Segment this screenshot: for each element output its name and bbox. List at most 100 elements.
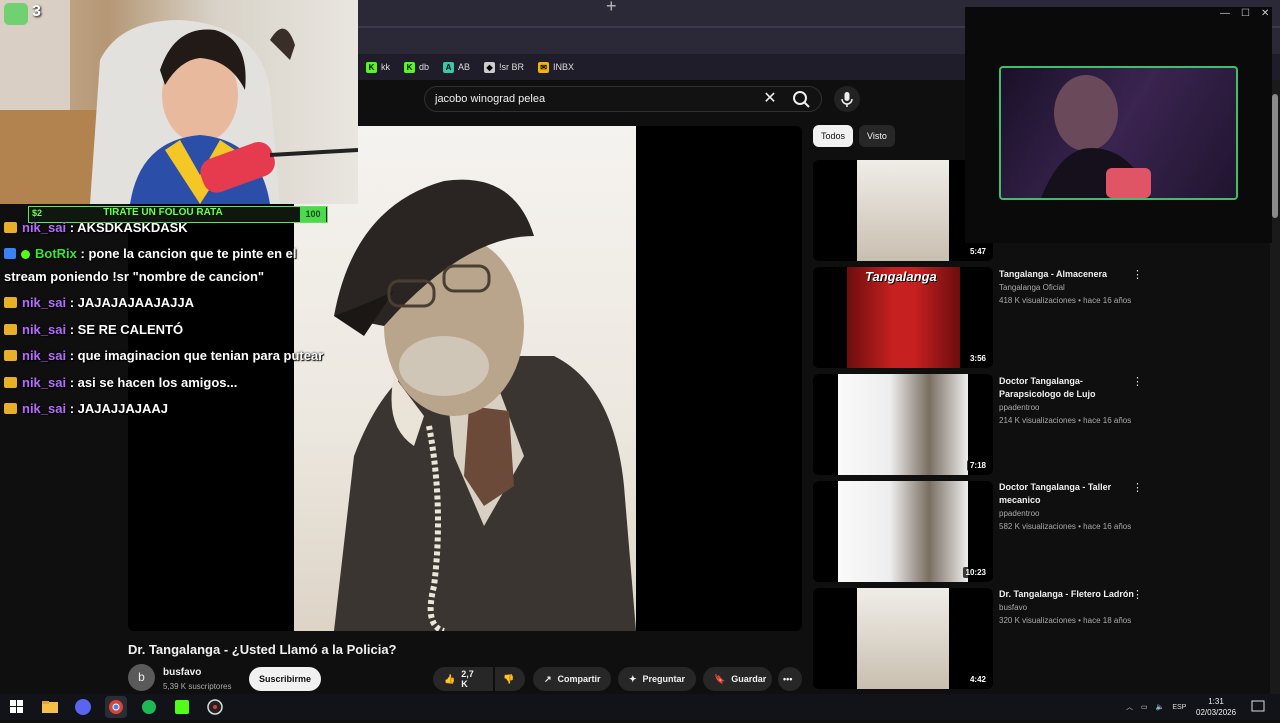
volume-icon[interactable]: 🔈: [1156, 703, 1165, 711]
share-button[interactable]: ↗ Compartir: [533, 667, 611, 691]
chat-text: : pone la cancion que te pinte en el: [80, 246, 297, 261]
language-indicator[interactable]: ESP: [1172, 704, 1186, 711]
chat-message: nik_sai : JAJAJJAJAAJ: [4, 401, 168, 416]
recommendation-channel: ppadentroo: [999, 509, 1040, 518]
notification-icon[interactable]: [1250, 699, 1266, 715]
duration-badge: 5:47: [966, 246, 989, 257]
recommendation-info[interactable]: Dr. Tangalanga - Fletero Ladrón busfavo …: [999, 588, 1134, 627]
recommendation-meta: 582 K visualizaciones • hace 16 años: [999, 522, 1132, 531]
chat-text: : JAJAJJAJAAJ: [69, 401, 168, 416]
inbox-icon: ✉: [538, 61, 550, 73]
clock-date: 02/03/2026: [1196, 708, 1237, 717]
recommendation-meta: 320 K visualizaciones • hace 18 años: [999, 616, 1132, 625]
chat-message-continued: stream poniendo !sr "nombre de cancion": [4, 269, 265, 284]
chip-todos[interactable]: Todos: [813, 125, 854, 147]
chat-text: : JAJAJAJAAJAJJA: [69, 295, 194, 310]
channel-name[interactable]: busfavo: [163, 667, 201, 678]
chat-username: nik_sai: [22, 220, 67, 235]
close-icon[interactable]: ✕: [762, 90, 778, 108]
thumbnail-image: [857, 588, 949, 689]
streamer-webcam: [0, 0, 358, 204]
subscribe-button[interactable]: Suscribirme: [249, 667, 321, 691]
maximize-icon[interactable]: ☐: [1241, 8, 1250, 19]
recommendation-channel: Tangalanga Oficial: [999, 283, 1065, 292]
more-actions-button[interactable]: •••: [778, 667, 802, 691]
recommendation-title: Doctor Tangalanga- Parapsicologo de Lujo: [999, 376, 1096, 399]
search-icon[interactable]: [790, 88, 814, 110]
file-explorer-icon[interactable]: [39, 696, 61, 718]
thumbs-up-icon: 👍: [444, 673, 456, 684]
more-vert-icon[interactable]: ⋮: [1132, 375, 1143, 389]
save-button[interactable]: 🔖 Guardar: [703, 667, 772, 691]
sparkle-icon: ✦: [629, 673, 637, 684]
scrollbar-thumb[interactable]: [1272, 94, 1278, 218]
minimize-icon[interactable]: —: [1220, 8, 1230, 19]
duration-badge: 3:56: [966, 353, 989, 364]
chip-visto[interactable]: Visto: [859, 125, 895, 147]
clock[interactable]: 1:31 02/03/2026: [1196, 696, 1236, 718]
microphone-icon[interactable]: [834, 86, 860, 112]
obs-icon[interactable]: [204, 696, 226, 718]
more-vert-icon[interactable]: ⋮: [1132, 588, 1143, 602]
viewer-icon: [4, 3, 28, 25]
thumbnail-image: [838, 481, 968, 582]
kick-icon: K: [366, 61, 377, 73]
window-controls: — ☐ ✕: [1220, 8, 1269, 19]
recommendation-thumbnail[interactable]: Tangalanga 3:56: [813, 267, 993, 368]
crown-badge-icon: [4, 222, 17, 233]
new-tab-icon[interactable]: +: [606, 0, 617, 17]
video-title: Dr. Tangalanga - ¿Usted Llamó a la Polic…: [128, 642, 397, 657]
bookmark-icon: 🔖: [714, 673, 726, 684]
bookmark-kk[interactable]: Kkk: [366, 61, 390, 73]
chat-message: nik_sai : que imaginacion que tenian par…: [4, 348, 323, 363]
close-icon[interactable]: ✕: [1261, 8, 1269, 19]
discord-icon[interactable]: [72, 696, 94, 718]
recommendation-info[interactable]: Doctor Tangalanga - Taller mecanico ppad…: [999, 481, 1134, 533]
chat-username: nik_sai: [22, 348, 67, 363]
recommendation-info[interactable]: Doctor Tangalanga- Parapsicologo de Lujo…: [999, 375, 1134, 427]
recommendation-info[interactable]: Tangalanga - Almacenera Tangalanga Ofici…: [999, 268, 1134, 307]
chevron-up-icon[interactable]: ︿: [1126, 702, 1133, 712]
share-icon: ↗: [544, 673, 552, 684]
chrome-icon[interactable]: [105, 696, 127, 718]
subscriber-count: 5,39 K suscriptores: [163, 682, 232, 691]
duration-badge: 7:18: [966, 460, 989, 471]
like-button[interactable]: 👍 2,7 K: [433, 667, 493, 691]
thumbnail-image: Tangalanga: [847, 267, 960, 368]
chat-username: nik_sai: [22, 401, 67, 416]
windows-start-icon[interactable]: [6, 696, 28, 718]
chat-text: : asi se hacen los amigos...: [69, 375, 238, 390]
more-icon: •••: [783, 674, 793, 684]
chat-username: nik_sai: [22, 295, 67, 310]
more-vert-icon[interactable]: ⋮: [1132, 481, 1143, 495]
chat-message: nik_sai : AKSDKASKDASK: [4, 220, 188, 235]
crown-badge-icon: [4, 297, 17, 308]
ask-button[interactable]: ✦ Preguntar: [618, 667, 696, 691]
recommendation-title: Tangalanga - Almacenera: [999, 269, 1108, 279]
spotify-icon[interactable]: [138, 696, 160, 718]
recommendation-thumbnail[interactable]: 7:18: [813, 374, 993, 475]
recommendation-title: Dr. Tangalanga - Fletero Ladrón: [999, 589, 1134, 599]
recommendation-thumbnail[interactable]: 10:23: [813, 481, 993, 582]
avatar[interactable]: b: [128, 664, 155, 691]
system-tray: ︿ ▭ 🔈 ESP: [1126, 694, 1186, 720]
chat-username: BotRix: [35, 246, 77, 261]
chat-username: nik_sai: [22, 322, 67, 337]
duration-badge: 4:42: [966, 674, 989, 685]
recommendation-thumbnail[interactable]: 4:42: [813, 588, 993, 689]
bookmark-db[interactable]: Kdb: [404, 61, 429, 73]
app-icon: A: [443, 61, 455, 73]
network-icon[interactable]: ▭: [1141, 703, 1148, 711]
search-query: jacobo winograd pelea: [435, 93, 546, 105]
kick-icon[interactable]: [171, 696, 193, 718]
more-vert-icon[interactable]: ⋮: [1132, 268, 1143, 282]
viewer-count: 3: [32, 3, 41, 20]
bookmark-sr-br[interactable]: ◆ !sr BR: [484, 61, 524, 73]
thumbnail-logo-text: Tangalanga: [865, 269, 937, 284]
bookmark-ab[interactable]: A AB: [443, 61, 470, 73]
chat-message: nik_sai : asi se hacen los amigos...: [4, 375, 237, 390]
chat-message: nik_sai : JAJAJAJAAJAJJA: [4, 295, 194, 310]
dislike-button[interactable]: 👎: [495, 667, 525, 691]
recommendation-channel: busfavo: [999, 603, 1028, 612]
bookmark-inbx[interactable]: ✉ INBX: [538, 61, 574, 73]
